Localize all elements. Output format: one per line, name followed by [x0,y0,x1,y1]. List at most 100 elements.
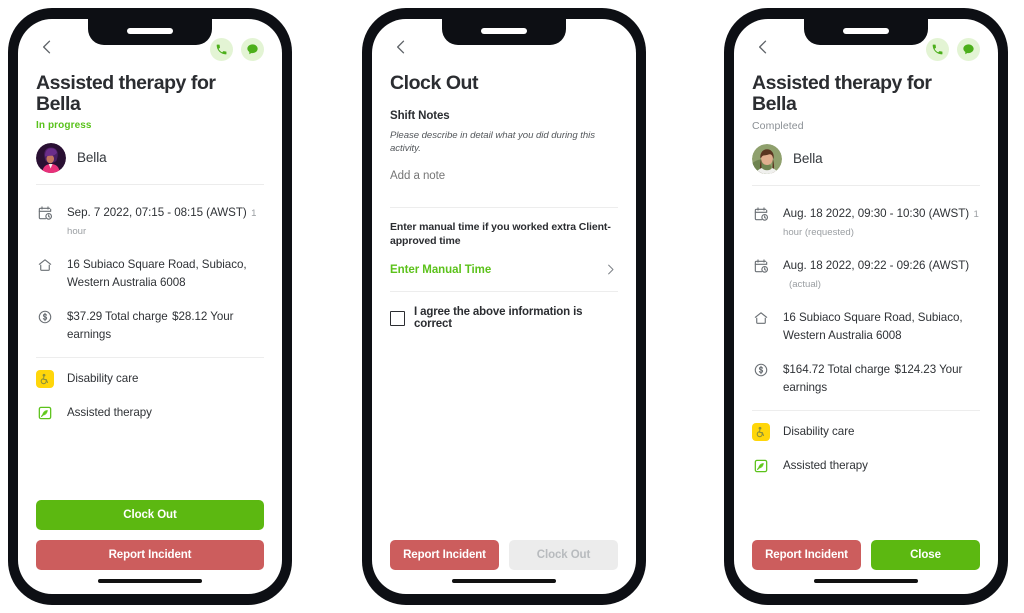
phone-mockup-3: Assisted therapy for Bella Completed Bel… [724,8,1008,605]
phone-notch [804,19,928,45]
footer-actions: Report Incident Close [752,540,980,570]
status-badge: Completed [752,119,804,132]
manual-time-help: Enter manual time if you worked extra Cl… [390,220,611,248]
detail-row-address: 16 Subiaco Square Road, Subiaco, Western… [752,300,980,352]
address: 16 Subiaco Square Road, Subiaco, Western… [67,257,247,289]
phone-icon[interactable] [210,38,233,61]
client-row[interactable]: Bella [36,142,264,185]
detail-rows: Aug. 18 2022, 09:30 - 10:30 (AWST) 1 hou… [752,196,980,483]
detail-row-text: $37.29 Total charge $28.12 Your earnings [67,307,264,343]
footer-actions: Clock Out Report Incident [36,500,264,570]
detail-row-text: Aug. 18 2022, 09:22 - 09:26 (AWST) (actu… [783,256,980,292]
service-tag-disability-care: Disability care [36,362,264,396]
back-button[interactable] [390,33,411,57]
page-title: Assisted therapy for Bella [752,72,932,116]
chat-bubble-icon[interactable] [241,38,264,61]
detail-row-actual-time: Aug. 18 2022, 09:22 - 09:26 (AWST) (actu… [752,248,980,300]
chat-bubble-icon[interactable] [957,38,980,61]
shift-detail-in-progress-screen: Assisted therapy for Bella In progress B… [18,19,282,594]
note-input[interactable] [390,169,618,182]
shift-notes-hint: Please describe in detail what you did d… [390,130,595,155]
back-button[interactable] [36,33,57,57]
enter-manual-time-link[interactable]: Enter Manual Time [390,264,491,276]
phone-screen-1: Assisted therapy for Bella In progress B… [18,19,282,594]
client-name: Bella [77,150,107,166]
phone-screen-3: Assisted therapy for Bella Completed Bel… [734,19,998,594]
status-badge: In progress [36,119,92,131]
section-divider [390,291,618,293]
actual-label: (actual) [789,278,821,290]
service-tag-label: Disability care [67,372,139,386]
therapy-leaf-icon [752,457,770,475]
detail-row-text: $164.72 Total charge $124.23 Your earnin… [783,360,980,396]
phone-notch [88,19,212,45]
phone-mockup-1: Assisted therapy for Bella In progress B… [8,8,292,605]
detail-row-address: 16 Subiaco Square Road, Subiaco, Western… [36,247,264,299]
footer-actions: Report Incident Clock Out [390,540,618,570]
report-incident-button[interactable]: Report Incident [36,540,264,570]
section-divider [390,206,618,208]
calendar-clock-icon [752,204,770,222]
section-divider [752,409,980,411]
clock-out-button[interactable]: Clock Out [36,500,264,530]
home-indicator [452,579,556,583]
clock-out-button-disabled[interactable]: Clock Out [509,540,618,570]
enter-manual-time-row[interactable]: Enter Manual Time [390,262,618,291]
dollar-circle-icon [752,360,770,378]
client-name: Bella [793,151,823,167]
requested-time: Aug. 18 2022, 09:30 - 10:30 (AWST) [783,206,970,220]
wheelchair-icon [752,422,770,441]
detail-row-requested-time: Aug. 18 2022, 09:30 - 10:30 (AWST) 1 hou… [752,196,980,248]
detail-row-text: Sep. 7 2022, 07:15 - 08:15 (AWST) 1 hour [67,203,264,239]
service-tag-assisted-therapy: Assisted therapy [36,396,264,430]
screenshot-stage: Assisted therapy for Bella In progress B… [0,0,1024,613]
service-tag-disability-care: Disability care [752,415,980,449]
detail-row-text: 16 Subiaco Square Road, Subiaco, Western… [783,308,980,344]
clock-out-screen: Clock Out Shift Notes Please describe in… [372,19,636,594]
service-tag-label: Assisted therapy [67,406,152,420]
schedule-time: Sep. 7 2022, 07:15 - 08:15 (AWST) [67,205,247,219]
actual-time: Aug. 18 2022, 09:22 - 09:26 (AWST) [783,258,970,272]
report-incident-button[interactable]: Report Incident [390,540,499,570]
service-tag-label: Disability care [783,425,855,439]
report-incident-button[interactable]: Report Incident [752,540,861,570]
top-bar-actions [210,38,264,61]
agreement-checkbox[interactable] [390,310,405,326]
avatar [752,143,782,174]
shift-notes-label: Shift Notes [390,110,450,123]
detail-row-text: 16 Subiaco Square Road, Subiaco, Western… [67,255,264,291]
shift-detail-completed-screen: Assisted therapy for Bella Completed Bel… [734,19,998,594]
detail-row-text: Aug. 18 2022, 09:30 - 10:30 (AWST) 1 hou… [783,204,980,240]
calendar-clock-icon [36,203,54,221]
page-title: Assisted therapy for Bella [36,72,216,116]
detail-row-payment: $37.29 Total charge $28.12 Your earnings [36,299,264,351]
phone-mockup-2: Clock Out Shift Notes Please describe in… [362,8,646,605]
avatar [36,142,66,173]
phone-screen-2: Clock Out Shift Notes Please describe in… [372,19,636,594]
back-button[interactable] [752,33,773,57]
notch-speaker [481,28,527,34]
dollar-circle-icon [36,307,54,325]
therapy-leaf-icon [36,404,54,422]
home-icon [752,308,770,326]
address: 16 Subiaco Square Road, Subiaco, Western… [783,310,963,342]
home-indicator [814,579,918,583]
close-button[interactable]: Close [871,540,980,570]
service-tag-label: Assisted therapy [783,459,868,473]
calendar-clock-icon [752,256,770,274]
phone-notch [442,19,566,45]
service-tag-assisted-therapy: Assisted therapy [752,449,980,483]
section-divider [36,356,264,358]
wheelchair-icon [36,369,54,388]
detail-row-payment: $164.72 Total charge $124.23 Your earnin… [752,352,980,404]
home-indicator [98,579,202,583]
agreement-label: I agree the above information is correct [414,306,583,331]
home-icon [36,255,54,273]
phone-icon[interactable] [926,38,949,61]
page-title: Clock Out [390,72,479,94]
chevron-right-icon [603,262,618,277]
client-row[interactable]: Bella [752,143,980,186]
total-charge: $164.72 Total charge [783,362,891,376]
notch-speaker [843,28,889,34]
agreement-row[interactable]: I agree the above information is correct [390,306,618,330]
